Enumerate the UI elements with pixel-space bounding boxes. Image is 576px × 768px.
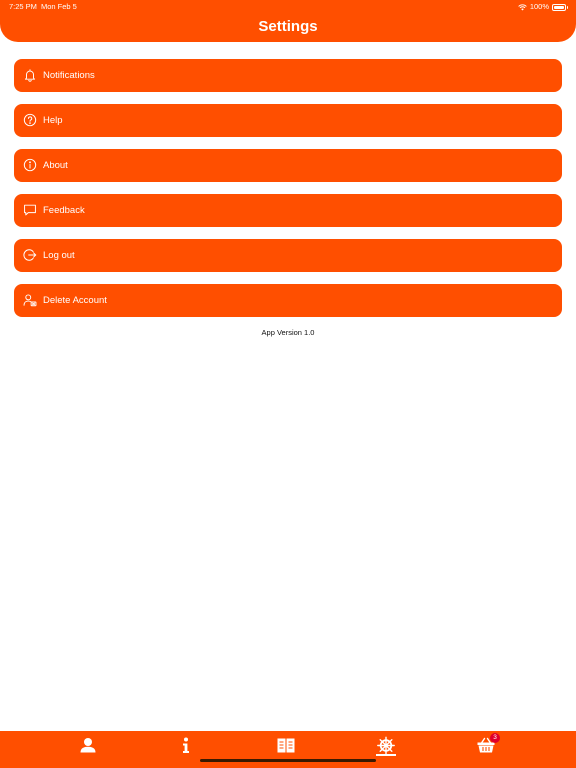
user-delete-icon xyxy=(23,294,37,307)
cart-badge: 3 xyxy=(490,733,500,743)
menu-item-label: About xyxy=(43,160,68,171)
menu-item-delete-account[interactable]: Delete Account xyxy=(14,284,562,317)
menu-item-label: Log out xyxy=(43,250,75,261)
bell-icon xyxy=(24,69,36,82)
battery-percent: 100% xyxy=(529,2,549,11)
chat-bubble-icon xyxy=(24,204,36,216)
status-right: 100% xyxy=(518,0,568,14)
logout-icon xyxy=(23,249,37,261)
book-icon xyxy=(277,738,295,753)
menu-item-notifications[interactable]: Notifications xyxy=(14,59,562,92)
menu-item-label: Feedback xyxy=(43,205,85,216)
menu-item-feedback[interactable]: Feedback xyxy=(14,194,562,227)
tab-profile[interactable] xyxy=(77,735,99,757)
person-icon xyxy=(80,738,96,753)
status-time: 7:25 PM xyxy=(9,2,37,11)
tab-info[interactable] xyxy=(175,735,197,757)
question-circle-icon xyxy=(23,113,37,127)
active-tab-indicator xyxy=(376,754,396,756)
menu-item-label: Help xyxy=(43,115,63,126)
settings-menu: Notifications Help About Feedback Log ou… xyxy=(14,59,562,329)
battery-icon xyxy=(552,3,568,11)
tab-bar: 3 xyxy=(0,731,576,768)
menu-item-about[interactable]: About xyxy=(14,149,562,182)
tab-book[interactable] xyxy=(275,735,297,757)
menu-item-label: Notifications xyxy=(43,70,95,81)
app-version: App Version 1.0 xyxy=(261,328,315,337)
info-icon xyxy=(183,737,189,753)
tab-basket[interactable]: 3 xyxy=(475,733,500,757)
wifi-icon xyxy=(518,3,527,10)
menu-item-logout[interactable]: Log out xyxy=(14,239,562,272)
header-bar: 7:25 PM Mon Feb 5 100% Settings xyxy=(0,0,576,42)
home-indicator xyxy=(200,759,376,762)
info-circle-icon xyxy=(23,158,37,172)
status-date: Mon Feb 5 xyxy=(41,2,77,11)
menu-item-help[interactable]: Help xyxy=(14,104,562,137)
menu-item-label: Delete Account xyxy=(43,295,107,306)
page-title: Settings xyxy=(258,18,318,35)
status-bar: 7:25 PM Mon Feb 5 100% xyxy=(0,0,576,14)
